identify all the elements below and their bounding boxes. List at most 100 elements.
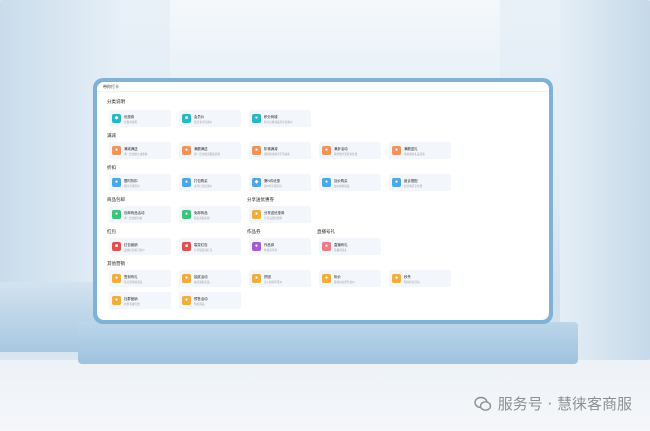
card-tier-reduction[interactable]: ● 阶梯满减 满阶梯金额享不同减免 — [249, 142, 311, 159]
card-full-gift[interactable]: ● 满额满送 满一定金额送赠品优惠 — [179, 142, 241, 159]
card-add-price[interactable]: ● 加价购买 加价换购商品 — [319, 174, 381, 191]
card-bargain[interactable]: ● 砍价 邀请好友帮忙砍价 — [319, 270, 381, 287]
card-subtitle: 邀请好友帮忙砍价 — [334, 280, 355, 284]
background-pillar-right — [560, 0, 650, 360]
card-subtitle: 抽奖赢取奖品 — [194, 280, 210, 284]
card-subtitle: 发放红包吸引用户 — [124, 248, 145, 252]
card-subtitle: 作品专享券 — [264, 248, 277, 252]
card-title: 秒杀 — [404, 275, 411, 279]
card-free-postage[interactable]: ● 免邮商品 指定商品免邮 — [179, 206, 241, 223]
card-lottery[interactable]: ● 抽奖活动 抽奖赢取奖品 — [179, 270, 241, 287]
calendar-icon: ● — [112, 274, 121, 283]
group-icon: ● — [252, 274, 261, 283]
section-title: 折扣 — [107, 165, 116, 170]
card-title: 满减满送 — [124, 147, 138, 151]
card-presale[interactable]: ● 预售活动 预售商品 — [179, 292, 241, 309]
card-title: 免邮商品 — [194, 211, 208, 215]
split-icon: ■ — [182, 242, 191, 251]
card-community[interactable]: ● 社群营销 社群专属优惠 — [109, 292, 171, 309]
card-title: 优惠券 — [124, 115, 135, 119]
card-member-price[interactable]: ■ 会员价 会员专享优惠价 — [179, 110, 241, 127]
card-subtitle: 社群专属优惠 — [124, 302, 140, 306]
card-bundle-buy[interactable]: ● 打包购买 多件打包优惠价 — [179, 174, 241, 191]
card-subtitle: 分享后送优惠券 — [264, 216, 283, 220]
percent-icon: ● — [322, 146, 331, 155]
card-coupon[interactable]: ◆ 优惠券 优惠券说明 — [109, 110, 171, 127]
device-frame: 带你打卡 分类说明 ◆ 优惠券 优惠券说明 ■ 会员价 会员专享优惠价 ● 积分… — [93, 78, 553, 324]
card-combo[interactable]: ● 组合搭配 组合购买享优惠 — [389, 174, 451, 191]
card-full-reduction[interactable]: ● 满减满送 满一定金额立减金额 — [109, 142, 171, 159]
steps-icon: ● — [252, 146, 261, 155]
card-title: 分享送优惠券 — [264, 211, 285, 215]
card-title: 社群营销 — [124, 297, 138, 301]
card-title: 限时折扣 — [124, 179, 138, 183]
section-title: 作品券 — [247, 229, 261, 234]
card-subtitle: 每日签到领奖励 — [124, 280, 143, 284]
points-icon: ● — [252, 114, 261, 123]
card-full-discount[interactable]: ● 满折活动 满件数享受折扣优惠 — [319, 142, 381, 159]
discount-icon: ◆ — [252, 178, 261, 187]
marketing-grid: 分类说明 ◆ 优惠券 优惠券说明 ■ 会员价 会员专享优惠价 ● 积分商城 积分… — [97, 92, 549, 320]
card-title: 包邮商品活动 — [124, 211, 145, 215]
card-red-packet[interactable]: ■ 红包营销 发放红包吸引用户 — [109, 238, 171, 255]
share-icon: ● — [252, 210, 261, 219]
section-title: 分类说明 — [107, 99, 125, 104]
card-subtitle: 满金额送礼品活动 — [404, 152, 425, 156]
watermark-text: 服务号 · 慧徕客商服 — [497, 395, 632, 413]
card-points-mall[interactable]: ● 积分商城 积分兑换商品专享优惠价 — [249, 110, 311, 127]
card-title: 积分商城 — [264, 115, 278, 119]
wechat-icon — [473, 395, 492, 413]
section-title: 商品包邮 — [107, 197, 125, 202]
card-checkin[interactable]: ● 签到有礼 每日签到领奖励 — [109, 270, 171, 287]
section-title: 直播号礼 — [317, 229, 335, 234]
card-subtitle: 满一定金额包邮 — [124, 216, 143, 220]
display-stand — [78, 322, 578, 364]
section-title: 其他营销 — [107, 261, 125, 266]
ticket-icon: ● — [252, 242, 261, 251]
card-full-present[interactable]: ● 满额送礼 满金额送礼品活动 — [389, 142, 451, 159]
card-flash-sale[interactable]: ● 秒杀 限时秒杀活动 — [389, 270, 451, 287]
card-subtitle: 满阶梯金额享不同减免 — [264, 152, 290, 156]
redpacket-icon: ■ — [112, 242, 121, 251]
card-group-buy[interactable]: ● 拼团 多人拼团享低价 — [249, 270, 311, 287]
card-subtitle: 积分兑换商品专享优惠价 — [264, 120, 293, 124]
card-title: 砍价 — [334, 275, 341, 279]
card-work-coupon[interactable]: ● 作品券 作品专享券 — [249, 238, 311, 255]
card-title: 签到有礼 — [124, 275, 138, 279]
card-subtitle: 多件打包优惠价 — [194, 184, 213, 188]
card-title: 裂变红包 — [194, 243, 208, 247]
card-share-coupon[interactable]: ● 分享送优惠券 分享后送优惠券 — [249, 206, 311, 223]
lottery-icon: ● — [182, 274, 191, 283]
card-title: 打包购买 — [194, 179, 208, 183]
app-panel: 带你打卡 分类说明 ◆ 优惠券 优惠券说明 ■ 会员价 会员专享优惠价 ● 积分… — [97, 82, 549, 320]
card-title: 满额送礼 — [404, 147, 418, 151]
card-subtitle: 组合购买享优惠 — [404, 184, 423, 188]
card-title: 会员价 — [194, 115, 205, 119]
card-subtitle: 分享裂变领红包 — [194, 248, 213, 252]
card-nth-item[interactable]: ◆ 第N件优惠 第N件享受折扣 — [249, 174, 311, 191]
pack-icon: ● — [182, 178, 191, 187]
member-icon: ■ — [182, 114, 191, 123]
gift-icon: ● — [182, 146, 191, 155]
card-title: 作品券 — [264, 243, 275, 247]
knife-icon: ● — [322, 274, 331, 283]
card-title: 红包营销 — [124, 243, 138, 247]
chat-icon: ● — [112, 296, 121, 305]
card-subtitle: 预售商品 — [194, 302, 205, 306]
card-subtitle: 限时秒杀活动 — [404, 280, 420, 284]
flash-icon: ● — [392, 274, 401, 283]
card-subtitle: 直播间送礼 — [334, 248, 347, 252]
section-title: 分享送优惠券 — [247, 197, 274, 202]
card-live-gift[interactable]: ● 直播有礼 直播间送礼 — [319, 238, 381, 255]
card-subtitle: 会员专享优惠价 — [194, 120, 213, 124]
card-title: 组合搭配 — [404, 179, 418, 183]
combo-icon: ● — [392, 178, 401, 187]
card-free-shipping[interactable]: ● 包邮商品活动 满一定金额包邮 — [109, 206, 171, 223]
card-title: 第N件优惠 — [264, 179, 281, 183]
card-title: 抽奖活动 — [194, 275, 208, 279]
card-title: 阶梯满减 — [264, 147, 278, 151]
card-fission-packet[interactable]: ■ 裂变红包 分享裂变领红包 — [179, 238, 241, 255]
card-subtitle: 多人拼团享低价 — [264, 280, 283, 284]
card-title: 满额满送 — [194, 147, 208, 151]
card-limited-discount[interactable]: ● 限时折扣 限时享受折扣 — [109, 174, 171, 191]
